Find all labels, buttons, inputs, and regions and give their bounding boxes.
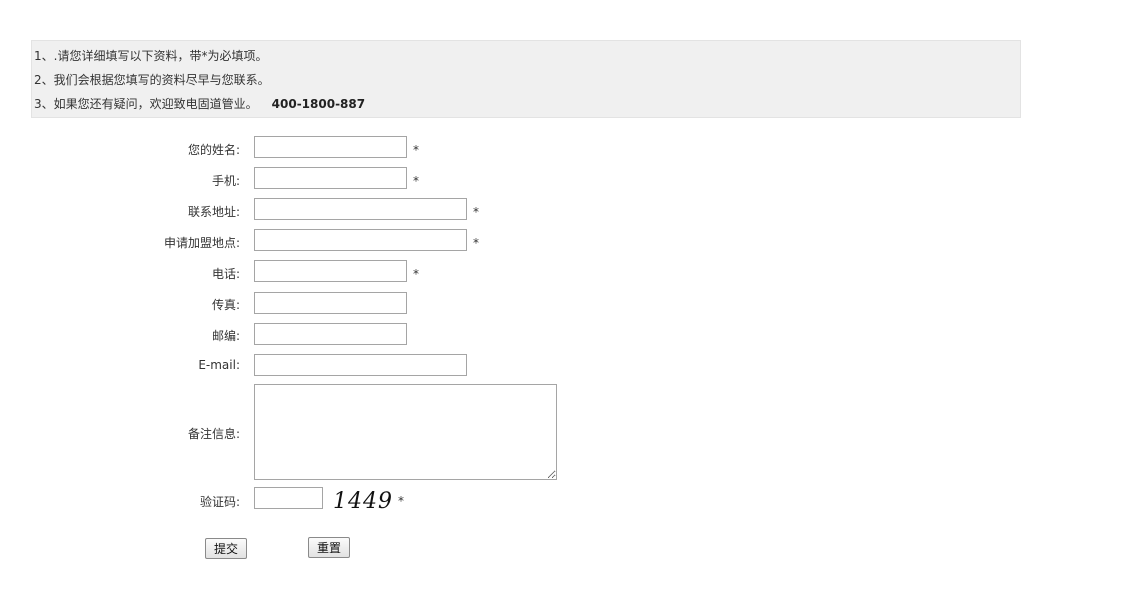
mobile-input[interactable] — [254, 167, 407, 189]
name-label: 您的姓名: — [187, 143, 240, 157]
fax-label: 传真: — [211, 298, 240, 312]
franchise-location-label: 申请加盟地点: — [163, 236, 240, 250]
captcha-required-mark: * — [398, 494, 404, 508]
captcha-input[interactable] — [254, 487, 323, 509]
mobile-required-mark: * — [413, 174, 419, 188]
captcha-image[interactable]: 1449 — [333, 489, 393, 514]
franchise-required-mark: * — [473, 236, 479, 250]
mobile-label: 手机: — [211, 174, 240, 188]
notice-line-3-text: 3、如果您还有疑问，欢迎致电固道管业。 — [34, 97, 258, 111]
zip-input[interactable] — [254, 323, 407, 345]
submit-button[interactable]: 提交 — [205, 538, 248, 559]
email-input[interactable] — [254, 354, 467, 376]
remarks-label: 备注信息: — [187, 427, 240, 441]
remarks-textarea[interactable] — [254, 384, 557, 480]
captcha-label: 验证码: — [199, 495, 240, 509]
notice-line-1: 1、.请您详细填写以下资料，带*为必填项。 — [34, 49, 268, 63]
reset-button[interactable]: 重置 — [308, 537, 351, 558]
hotline-number: 400-1800-887 — [271, 97, 366, 111]
zip-label: 邮编: — [211, 329, 240, 343]
notice-box: 1、.请您详细填写以下资料，带*为必填项。 2、我们会根据您填写的资料尽早与您联… — [31, 40, 1021, 118]
name-required-mark: * — [413, 143, 419, 157]
address-required-mark: * — [473, 205, 479, 219]
phone-label: 电话: — [211, 267, 240, 281]
franchise-location-input[interactable] — [254, 229, 467, 251]
phone-required-mark: * — [413, 267, 419, 281]
email-label: E-mail: — [198, 358, 240, 372]
fax-input[interactable] — [254, 292, 407, 314]
notice-line-3: 3、如果您还有疑问，欢迎致电固道管业。 400-1800-887 — [34, 97, 365, 111]
address-input[interactable] — [254, 198, 467, 220]
phone-input[interactable] — [254, 260, 407, 282]
address-label: 联系地址: — [187, 205, 240, 219]
name-input[interactable] — [254, 136, 407, 158]
notice-line-2: 2、我们会根据您填写的资料尽早与您联系。 — [34, 73, 270, 87]
